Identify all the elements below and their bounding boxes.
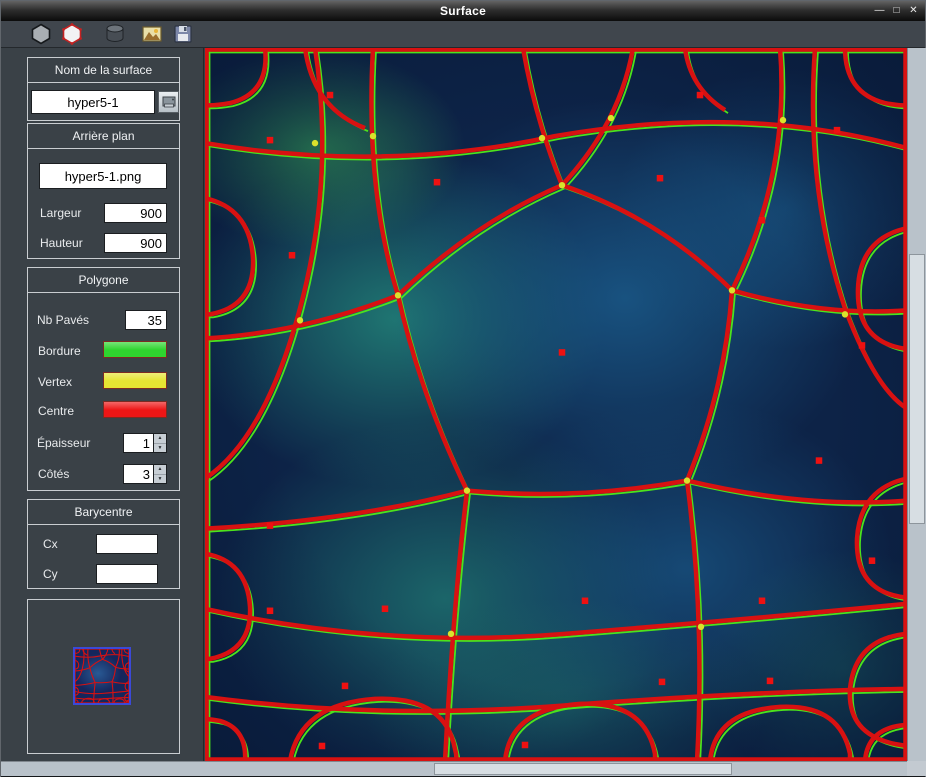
toolbar [1, 21, 925, 48]
background-group-title: Arrière plan [28, 124, 179, 149]
vertex-label: Vertex [38, 375, 73, 389]
horizontal-scrollbar[interactable] [1, 761, 907, 776]
surface-preview-thumbnail[interactable] [73, 647, 131, 705]
minimize-button[interactable]: — [872, 1, 887, 21]
epaisseur-spin-down-button[interactable]: ▼ [154, 443, 166, 452]
cotes-input[interactable] [123, 464, 154, 484]
nb-paves-label: Nb Pavés [37, 313, 90, 327]
close-button[interactable]: ✕ [906, 1, 921, 21]
surface-canvas[interactable] [205, 48, 907, 761]
hauteur-label: Hauteur [40, 236, 83, 250]
polygon-red-tool-button[interactable] [58, 22, 85, 47]
epaisseur-spinner: ▲ ▼ [123, 433, 167, 453]
polygon-icon [31, 23, 50, 45]
background-file-input[interactable] [39, 163, 167, 189]
hauteur-input[interactable] [104, 233, 167, 253]
centre-label: Centre [38, 404, 75, 418]
save-icon [173, 25, 192, 43]
browse-surface-button[interactable] [158, 91, 179, 113]
polygon-red-icon [61, 23, 82, 45]
surface-name-group-title: Nom de la surface [28, 58, 179, 83]
cylinder-tool-button[interactable] [101, 22, 128, 47]
cylinder-icon [106, 24, 123, 42]
largeur-label: Largeur [40, 206, 82, 220]
epaisseur-spin-up-button[interactable]: ▲ [154, 434, 166, 444]
tiling-image [205, 48, 907, 761]
cotes-spinner: ▲ ▼ [123, 464, 167, 484]
group-background: Arrière plan Largeur Hauteur [27, 123, 180, 259]
epaisseur-label: Épaisseur [37, 436, 91, 450]
horizontal-scrollbar-thumb[interactable] [434, 763, 732, 775]
bordure-color-swatch[interactable] [103, 341, 167, 358]
app-window: Surface — □ ✕ Nom de la surface hyper5-1… [0, 0, 926, 777]
scrollbar-corner [907, 761, 926, 776]
save-tool-button[interactable] [169, 22, 196, 47]
titlebar: Surface — □ ✕ [1, 1, 925, 21]
centre-color-swatch[interactable] [103, 401, 167, 418]
polygon-tool-button[interactable] [27, 22, 54, 47]
vertex-color-swatch[interactable] [103, 372, 167, 389]
cotes-label: Côtés [38, 467, 70, 481]
group-preview [27, 599, 180, 754]
image-icon [141, 26, 162, 42]
epaisseur-input[interactable] [123, 433, 154, 453]
preview-image [74, 648, 130, 704]
drive-icon [162, 96, 175, 108]
group-barycentre: Barycentre Cx Cy [27, 499, 180, 589]
largeur-input[interactable] [104, 203, 167, 223]
cy-label: Cy [43, 567, 58, 581]
bordure-label: Bordure [38, 344, 81, 358]
barycentre-group-title: Barycentre [28, 500, 179, 525]
surface-name-input[interactable] [31, 90, 155, 114]
sidebar: Nom de la surface Arrière plan Largeur H… [1, 48, 204, 761]
cotes-spin-up-button[interactable]: ▲ [154, 465, 166, 475]
vertical-scrollbar-thumb[interactable] [909, 254, 925, 524]
maximize-button[interactable]: □ [889, 1, 904, 21]
cx-label: Cx [43, 537, 58, 551]
cotes-spin-down-button[interactable]: ▼ [154, 474, 166, 483]
background-image-tool-button[interactable] [138, 22, 165, 47]
vertical-scrollbar[interactable] [907, 48, 926, 761]
group-surface-name: Nom de la surface [27, 57, 180, 121]
cy-input[interactable] [96, 564, 158, 584]
nb-paves-input[interactable] [125, 310, 167, 330]
cx-input[interactable] [96, 534, 158, 554]
polygone-group-title: Polygone [28, 268, 179, 293]
group-polygone: Polygone Nb Pavés Bordure Vertex Centre … [27, 267, 180, 491]
window-title: Surface [439, 4, 487, 18]
